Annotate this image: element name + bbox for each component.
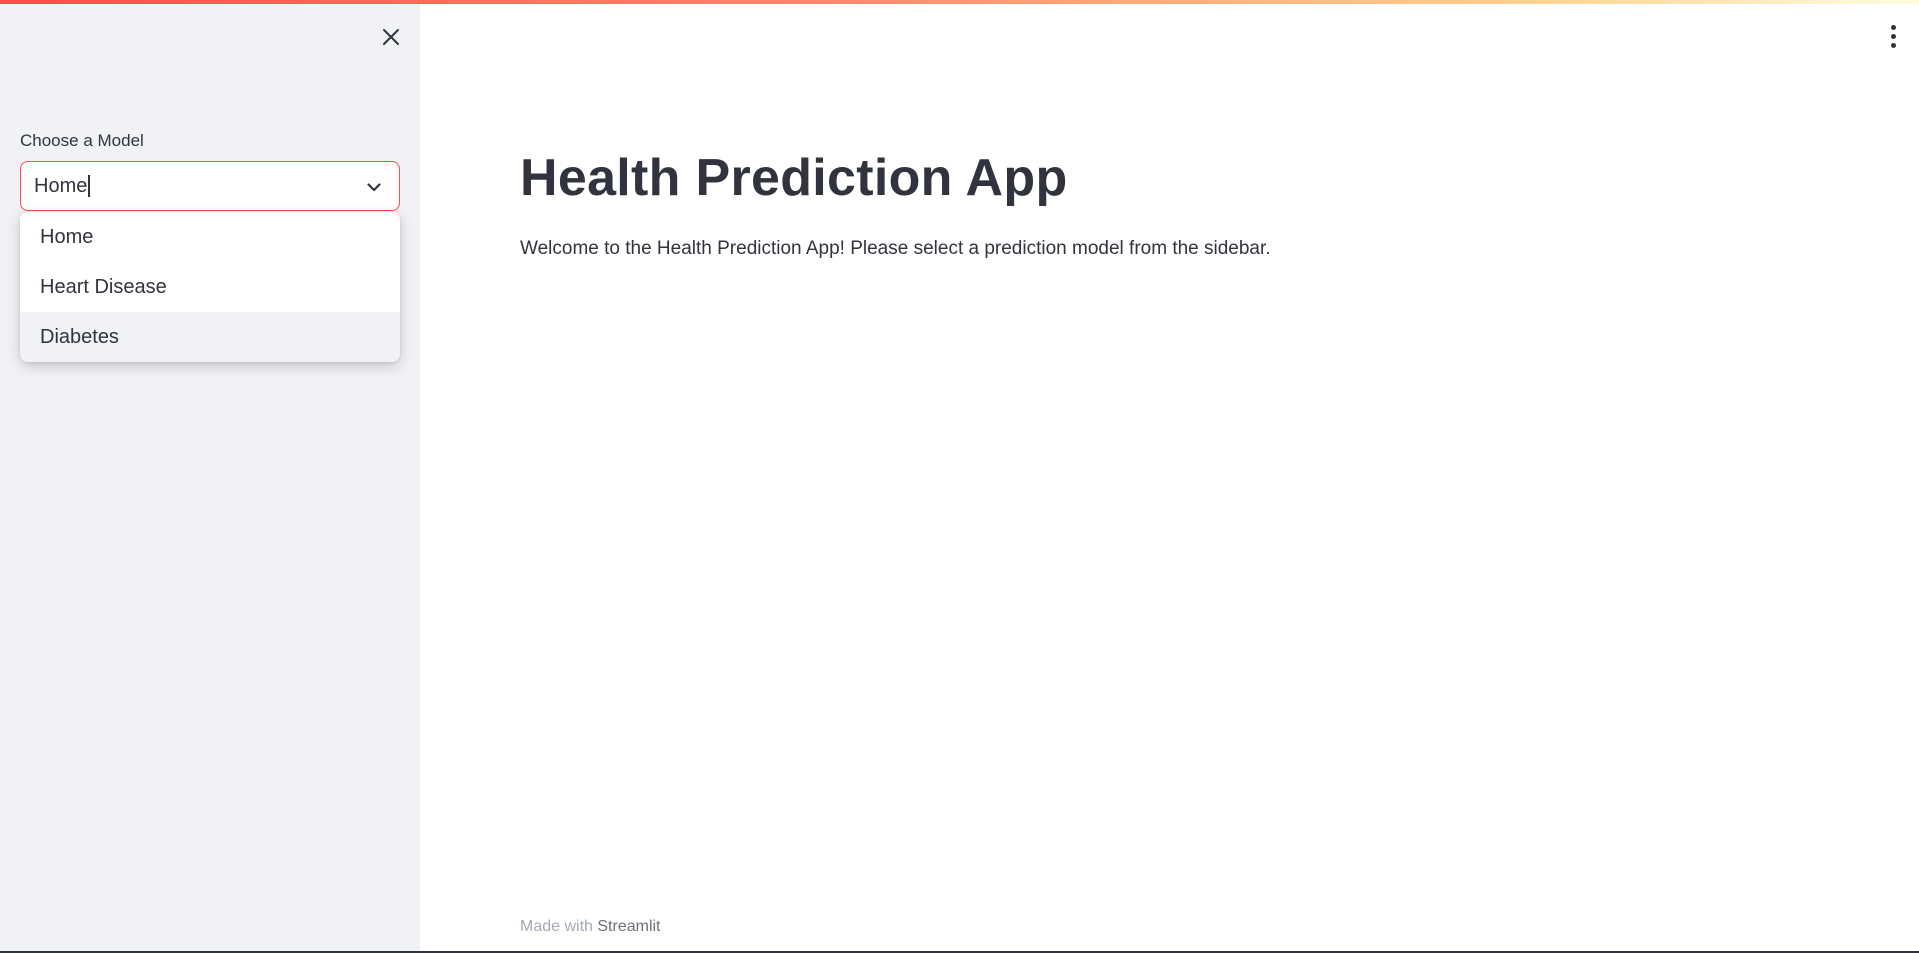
top-decoration-bar bbox=[0, 0, 1919, 4]
close-icon bbox=[383, 29, 399, 45]
streamlit-link[interactable]: Streamlit bbox=[597, 918, 660, 935]
chevron-down-icon[interactable] bbox=[363, 176, 385, 198]
option-home[interactable]: Home bbox=[20, 212, 400, 262]
main-menu-button[interactable] bbox=[1881, 20, 1905, 52]
option-diabetes[interactable]: Diabetes bbox=[20, 312, 400, 362]
model-dropdown-menu: Home Heart Disease Diabetes bbox=[20, 212, 400, 362]
close-sidebar-button[interactable] bbox=[374, 20, 408, 54]
welcome-text: Welcome to the Health Prediction App! Pl… bbox=[520, 238, 1271, 259]
footer-prefix: Made with bbox=[520, 918, 593, 935]
model-select-input[interactable]: Home bbox=[34, 175, 87, 198]
select-label: Choose a Model bbox=[20, 131, 144, 150]
page-title: Health Prediction App bbox=[520, 149, 1068, 207]
sidebar: Choose a Model Home Home Heart Disease D… bbox=[0, 0, 420, 953]
model-select[interactable]: Home bbox=[20, 161, 400, 211]
option-heart-disease[interactable]: Heart Disease bbox=[20, 262, 400, 312]
text-cursor bbox=[88, 175, 91, 197]
main-content: Health Prediction App Welcome to the Hea… bbox=[420, 0, 1919, 953]
kebab-menu-icon bbox=[1890, 24, 1896, 30]
footer: Made with Streamlit bbox=[520, 918, 661, 936]
